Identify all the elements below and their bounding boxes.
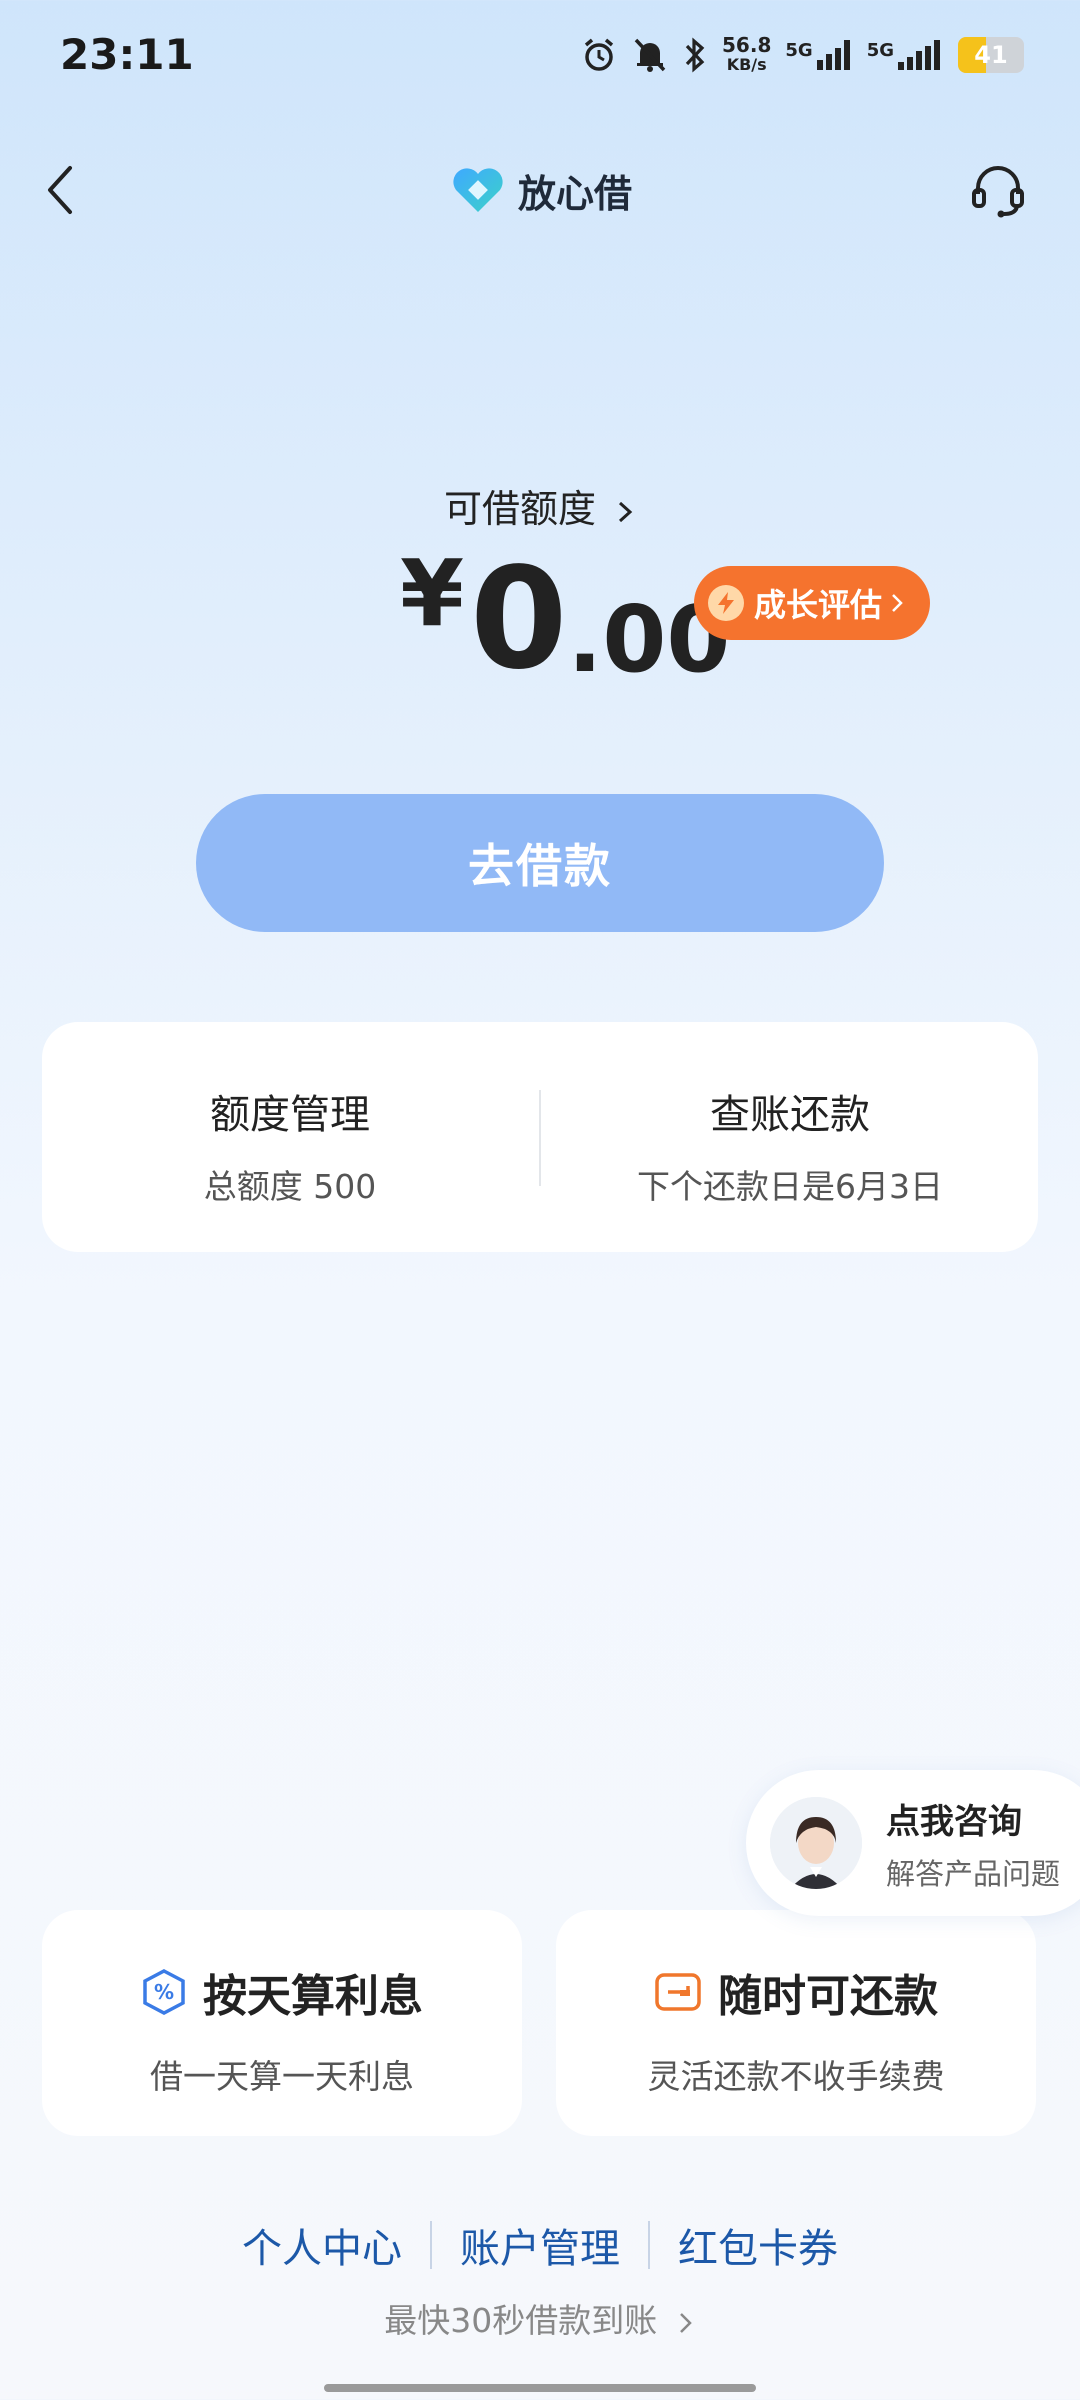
- status-time: 23:11: [60, 30, 194, 79]
- bill-repayment-sub: 下个还款日是6月3日: [637, 1167, 943, 1206]
- net-speed: 56.8 KB/s: [722, 35, 771, 75]
- brand-logo-icon: [453, 168, 503, 212]
- bluetooth-icon: [685, 37, 705, 73]
- link-account-management[interactable]: 账户管理: [460, 2216, 620, 2274]
- sim2-signal: 5G: [867, 40, 944, 70]
- signal-icon: [816, 40, 850, 70]
- chevron-right-icon: [619, 501, 633, 522]
- sim1-label: 5G: [785, 40, 813, 61]
- status-icons: 56.8 KB/s 5G 5G 41: [580, 30, 1024, 80]
- wallet-card-icon: [655, 1973, 701, 2011]
- quota-label-text: 可借额度: [443, 487, 596, 531]
- avatar: [770, 1797, 862, 1889]
- feature-subtitle: 借一天算一天利息: [150, 2057, 414, 2096]
- feature-card-daily-interest[interactable]: % 按天算利息 借一天算一天利息: [42, 1910, 522, 2136]
- alarm-icon: [584, 38, 614, 71]
- link-coupons[interactable]: 红包卡券: [678, 2216, 838, 2274]
- feature-card-repay-anytime[interactable]: 随时可还款 灵活还款不收手续费: [556, 1910, 1036, 2136]
- signal-icon: [898, 40, 940, 70]
- net-speed-value: 56.8: [722, 33, 772, 57]
- quota-management-sub: 总额度 500: [203, 1167, 377, 1206]
- link-personal-center[interactable]: 个人中心: [242, 2216, 402, 2274]
- divider: [539, 1090, 541, 1186]
- home-indicator[interactable]: [324, 2384, 756, 2392]
- lightning-icon: [708, 585, 744, 621]
- back-button[interactable]: [40, 160, 90, 220]
- available-amount: ¥ 0 .00: [400, 538, 730, 701]
- battery-icon: 41: [958, 37, 1024, 73]
- customer-service-button[interactable]: [968, 160, 1028, 220]
- feature-title: 随时可还款: [718, 1971, 938, 2022]
- amount-integer: 0: [470, 538, 568, 701]
- fast-loan-text: 最快30秒借款到账: [384, 2301, 658, 2340]
- consult-text: 点我咨询 解答产品问题: [886, 1794, 1060, 1893]
- consult-button[interactable]: 点我咨询 解答产品问题: [746, 1770, 1080, 1916]
- quota-management-title: 额度管理: [210, 1092, 370, 1138]
- chevron-right-icon: [892, 594, 903, 612]
- svg-text:%: %: [154, 1980, 174, 2004]
- mute-bell-icon: [634, 38, 666, 72]
- brand: 放心借: [450, 160, 632, 220]
- headset-icon: [972, 166, 1024, 218]
- bill-repayment[interactable]: 查账还款 下个还款日是6月3日: [542, 1082, 1038, 1208]
- chevron-right-icon: [679, 2312, 692, 2333]
- back-arrow-icon: [48, 166, 72, 214]
- borrow-button[interactable]: 去借款: [196, 794, 884, 932]
- link-separator: [430, 2221, 432, 2269]
- bill-repayment-title: 查账还款: [710, 1092, 870, 1138]
- quota-management[interactable]: 额度管理 总额度 500: [42, 1082, 538, 1208]
- fast-loan-tip[interactable]: 最快30秒借款到账: [0, 2294, 1080, 2342]
- sim2-label: 5G: [866, 40, 894, 61]
- percent-shield-icon: %: [143, 1969, 185, 2015]
- link-separator: [648, 2221, 650, 2269]
- growth-evaluation-button[interactable]: 成长评估: [694, 566, 930, 640]
- sim1-signal: 5G: [785, 40, 852, 70]
- net-speed-unit: KB/s: [726, 55, 767, 74]
- feature-title: 按天算利息: [203, 1971, 423, 2022]
- brand-name: 放心借: [518, 171, 633, 216]
- bottom-links: 个人中心 账户管理 红包卡券: [0, 2216, 1080, 2274]
- feature-subtitle: 灵活还款不收手续费: [647, 2057, 945, 2096]
- consult-subtitle: 解答产品问题: [886, 1856, 1061, 1891]
- growth-badge-label: 成长评估: [754, 586, 883, 624]
- currency-symbol: ¥: [400, 540, 465, 647]
- quota-label[interactable]: 可借额度: [0, 478, 1080, 533]
- battery-level: 41: [974, 41, 1008, 69]
- consult-title: 点我咨询: [886, 1801, 1022, 1842]
